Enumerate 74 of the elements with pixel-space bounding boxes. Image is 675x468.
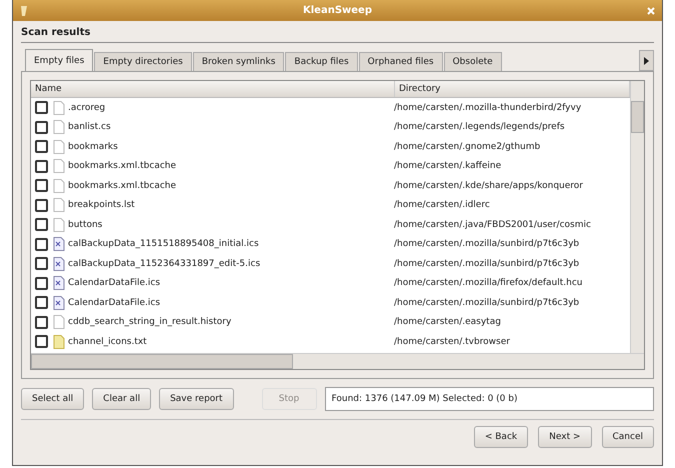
- tab-scroll-button[interactable]: [639, 50, 654, 71]
- checkbox[interactable]: [35, 120, 48, 134]
- directory-path: /home/carsten/.kaffeine: [394, 161, 502, 172]
- close-icon[interactable]: [646, 6, 656, 16]
- tab[interactable]: Obsolete: [444, 52, 502, 71]
- directory-path: /home/carsten/.easytag: [394, 317, 501, 328]
- checkbox[interactable]: [35, 179, 48, 192]
- tab[interactable]: Orphaned files: [358, 52, 443, 71]
- directory-path: /home/carsten/.legends/legends/prefs: [394, 122, 565, 132]
- directory-path: /home/carsten/.tvbrowser: [394, 336, 510, 347]
- directory-path: /home/carsten/.idlerc: [394, 200, 490, 210]
- calendar-file-icon: [53, 237, 65, 252]
- file-icon: [53, 120, 65, 134]
- file-name: bookmarks: [68, 142, 118, 152]
- calendar-file-icon: [53, 276, 65, 290]
- directory-path: /home/carsten/.mozilla/sunbird/p7t6c3yb: [394, 298, 580, 308]
- directory-path: /home/carsten/.mozilla-thunderbird/2fyvy: [394, 102, 582, 113]
- directory-path: /home/carsten/.mozilla/sunbird/p7t6c3yb: [394, 258, 580, 269]
- file-icon: [53, 315, 65, 330]
- action-button[interactable]: Save report: [159, 388, 234, 410]
- checkbox[interactable]: [35, 276, 48, 290]
- action-button[interactable]: Clear all: [92, 388, 152, 410]
- file-name: CalendarDataFile.ics: [68, 298, 160, 308]
- arrow-right-icon: [644, 56, 649, 64]
- file-name: banlist.cs: [68, 122, 111, 132]
- directory-path: /home/carsten/.kde/share/apps/konqueror: [394, 180, 583, 191]
- tab[interactable]: Empty directories: [94, 52, 192, 71]
- directory-path: /home/carsten/.mozilla/firefox/default.hcu: [394, 278, 582, 288]
- checkbox[interactable]: [35, 218, 48, 232]
- status-field: Found: 1376 (147.09 M) Selected: 0 (0 b): [324, 387, 654, 411]
- wizard-button[interactable]: Cancel: [602, 426, 654, 448]
- file-name: buttons: [68, 220, 102, 230]
- tab[interactable]: Empty files: [25, 49, 94, 71]
- file-icon: [53, 218, 65, 232]
- file-name: bookmarks.xml.tbcache: [68, 161, 176, 172]
- checkbox[interactable]: [35, 335, 48, 348]
- checkbox[interactable]: [35, 160, 48, 173]
- file-icon: [53, 100, 65, 115]
- checkbox[interactable]: [35, 238, 48, 251]
- file-name: calBackupData_1152364331897_edit-5.ics: [68, 258, 260, 269]
- file-name: bookmarks.xml.tbcache: [68, 180, 176, 191]
- directory-path: /home/carsten/.gnome2/gthumb: [394, 142, 540, 152]
- checkbox[interactable]: [35, 101, 48, 114]
- checkbox[interactable]: [35, 316, 48, 329]
- window-title: KleanSweep: [302, 5, 373, 16]
- file-icon: [53, 198, 65, 212]
- vertical-scrollbar[interactable]: [630, 81, 644, 353]
- file-name: calBackupData_1151518895408_initial.ics: [68, 239, 259, 250]
- app-icon: [19, 4, 29, 16]
- calendar-file-icon: [53, 296, 65, 310]
- file-name: channel_icons.txt: [68, 336, 147, 347]
- column-header[interactable]: Name: [31, 81, 395, 97]
- checkbox[interactable]: [35, 140, 48, 154]
- horizontal-scrollbar[interactable]: [31, 353, 644, 369]
- file-name: CalendarDataFile.ics: [68, 278, 160, 288]
- wizard-button[interactable]: Next >: [538, 426, 592, 448]
- checkbox[interactable]: [35, 198, 48, 212]
- wizard-button[interactable]: < Back: [474, 426, 528, 448]
- action-button[interactable]: Select all: [21, 388, 84, 410]
- section-title: Scan results: [21, 27, 654, 43]
- checkbox[interactable]: [35, 257, 48, 270]
- directory-path: /home/carsten/.mozilla/sunbird/p7t6c3yb: [394, 239, 580, 250]
- text-file-icon: [53, 334, 65, 349]
- file-name: .acroreg: [68, 102, 106, 113]
- calendar-file-icon: [53, 256, 65, 271]
- tab[interactable]: Broken symlinks: [192, 52, 284, 71]
- file-name: cddb_search_string_in_result.history: [68, 317, 232, 328]
- file-icon: [53, 159, 65, 174]
- checkbox[interactable]: [35, 296, 48, 310]
- file-icon: [53, 140, 65, 154]
- file-icon: [53, 178, 65, 193]
- directory-path: /home/carsten/.java/FBDS2001/user/cosmic: [394, 220, 591, 230]
- file-name: breakpoints.lst: [68, 200, 135, 210]
- tab[interactable]: Backup files: [285, 52, 358, 71]
